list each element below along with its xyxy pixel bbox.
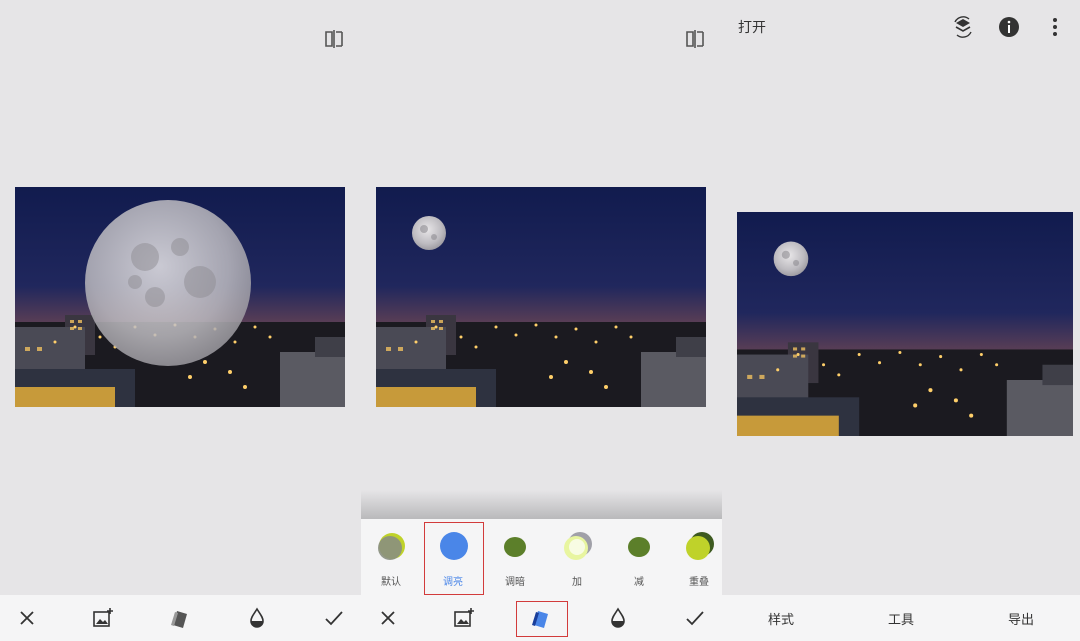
close-button[interactable] [10,601,44,635]
add-image-button[interactable] [86,601,120,635]
opacity-button[interactable] [240,601,274,635]
nav-styles[interactable]: 样式 [768,609,794,628]
bottom-toolbar [0,595,361,641]
page-title[interactable]: 打开 [738,17,766,37]
opacity-button[interactable] [601,601,635,635]
home-panel-right: 打开 样式 工具 导出 [722,0,1080,641]
more-vert-icon[interactable] [1043,15,1067,39]
opacity-icon [250,607,264,628]
editor-panel-middle: 默认 调亮 调暗 加 减 重叠 [361,0,722,641]
add-swatch-icon [564,532,592,560]
blend-mode-label: 减 [634,577,644,588]
moon-overlay [412,216,446,250]
add-image-button[interactable] [447,601,481,635]
close-icon [381,611,395,625]
confirm-button[interactable] [678,601,712,635]
close-button[interactable] [371,601,405,635]
toolbar-highlight [516,601,568,637]
default-swatch-icon [378,533,405,560]
overlay-swatch-icon [686,532,714,560]
blend-mode-label: 调暗 [505,577,525,588]
nav-export[interactable]: 导出 [1008,609,1034,628]
layers-icon[interactable] [951,15,975,39]
blend-mode-darken[interactable]: 调暗 [485,519,545,595]
photo-preview [737,212,1073,436]
moon-overlay [773,241,809,277]
moon-overlay [85,200,251,366]
blend-mode-subtract[interactable]: 减 [609,519,669,595]
blend-mode-label: 加 [572,577,582,588]
editor-panel-left [0,0,361,641]
compare-icon[interactable] [323,28,345,50]
darken-swatch-icon [504,537,526,557]
photo-preview [376,187,706,407]
blend-mode-default[interactable]: 默认 [361,519,421,595]
blend-mode-strip: 默认 调亮 调暗 加 减 重叠 [361,519,722,595]
confirm-button[interactable] [317,601,351,635]
close-icon [20,611,34,625]
compare-icon[interactable] [684,28,706,50]
add-image-icon [93,608,113,627]
blend-modes-icon [171,611,187,628]
opacity-icon [611,607,625,628]
subtract-swatch-icon [628,537,650,557]
blend-modes-button[interactable] [163,601,197,635]
photo-preview [15,187,345,407]
selected-highlight [424,522,484,595]
check-icon [325,611,343,626]
info-icon[interactable] [997,15,1021,39]
blend-mode-overlay[interactable]: 重叠 [669,519,722,595]
blend-mode-add[interactable]: 加 [547,519,607,595]
blend-mode-label: 默认 [381,577,401,588]
add-image-icon [454,608,474,627]
nav-tools[interactable]: 工具 [888,609,914,628]
blend-mode-label: 重叠 [689,577,709,588]
check-icon [686,611,704,626]
strip-shadow [361,490,722,519]
